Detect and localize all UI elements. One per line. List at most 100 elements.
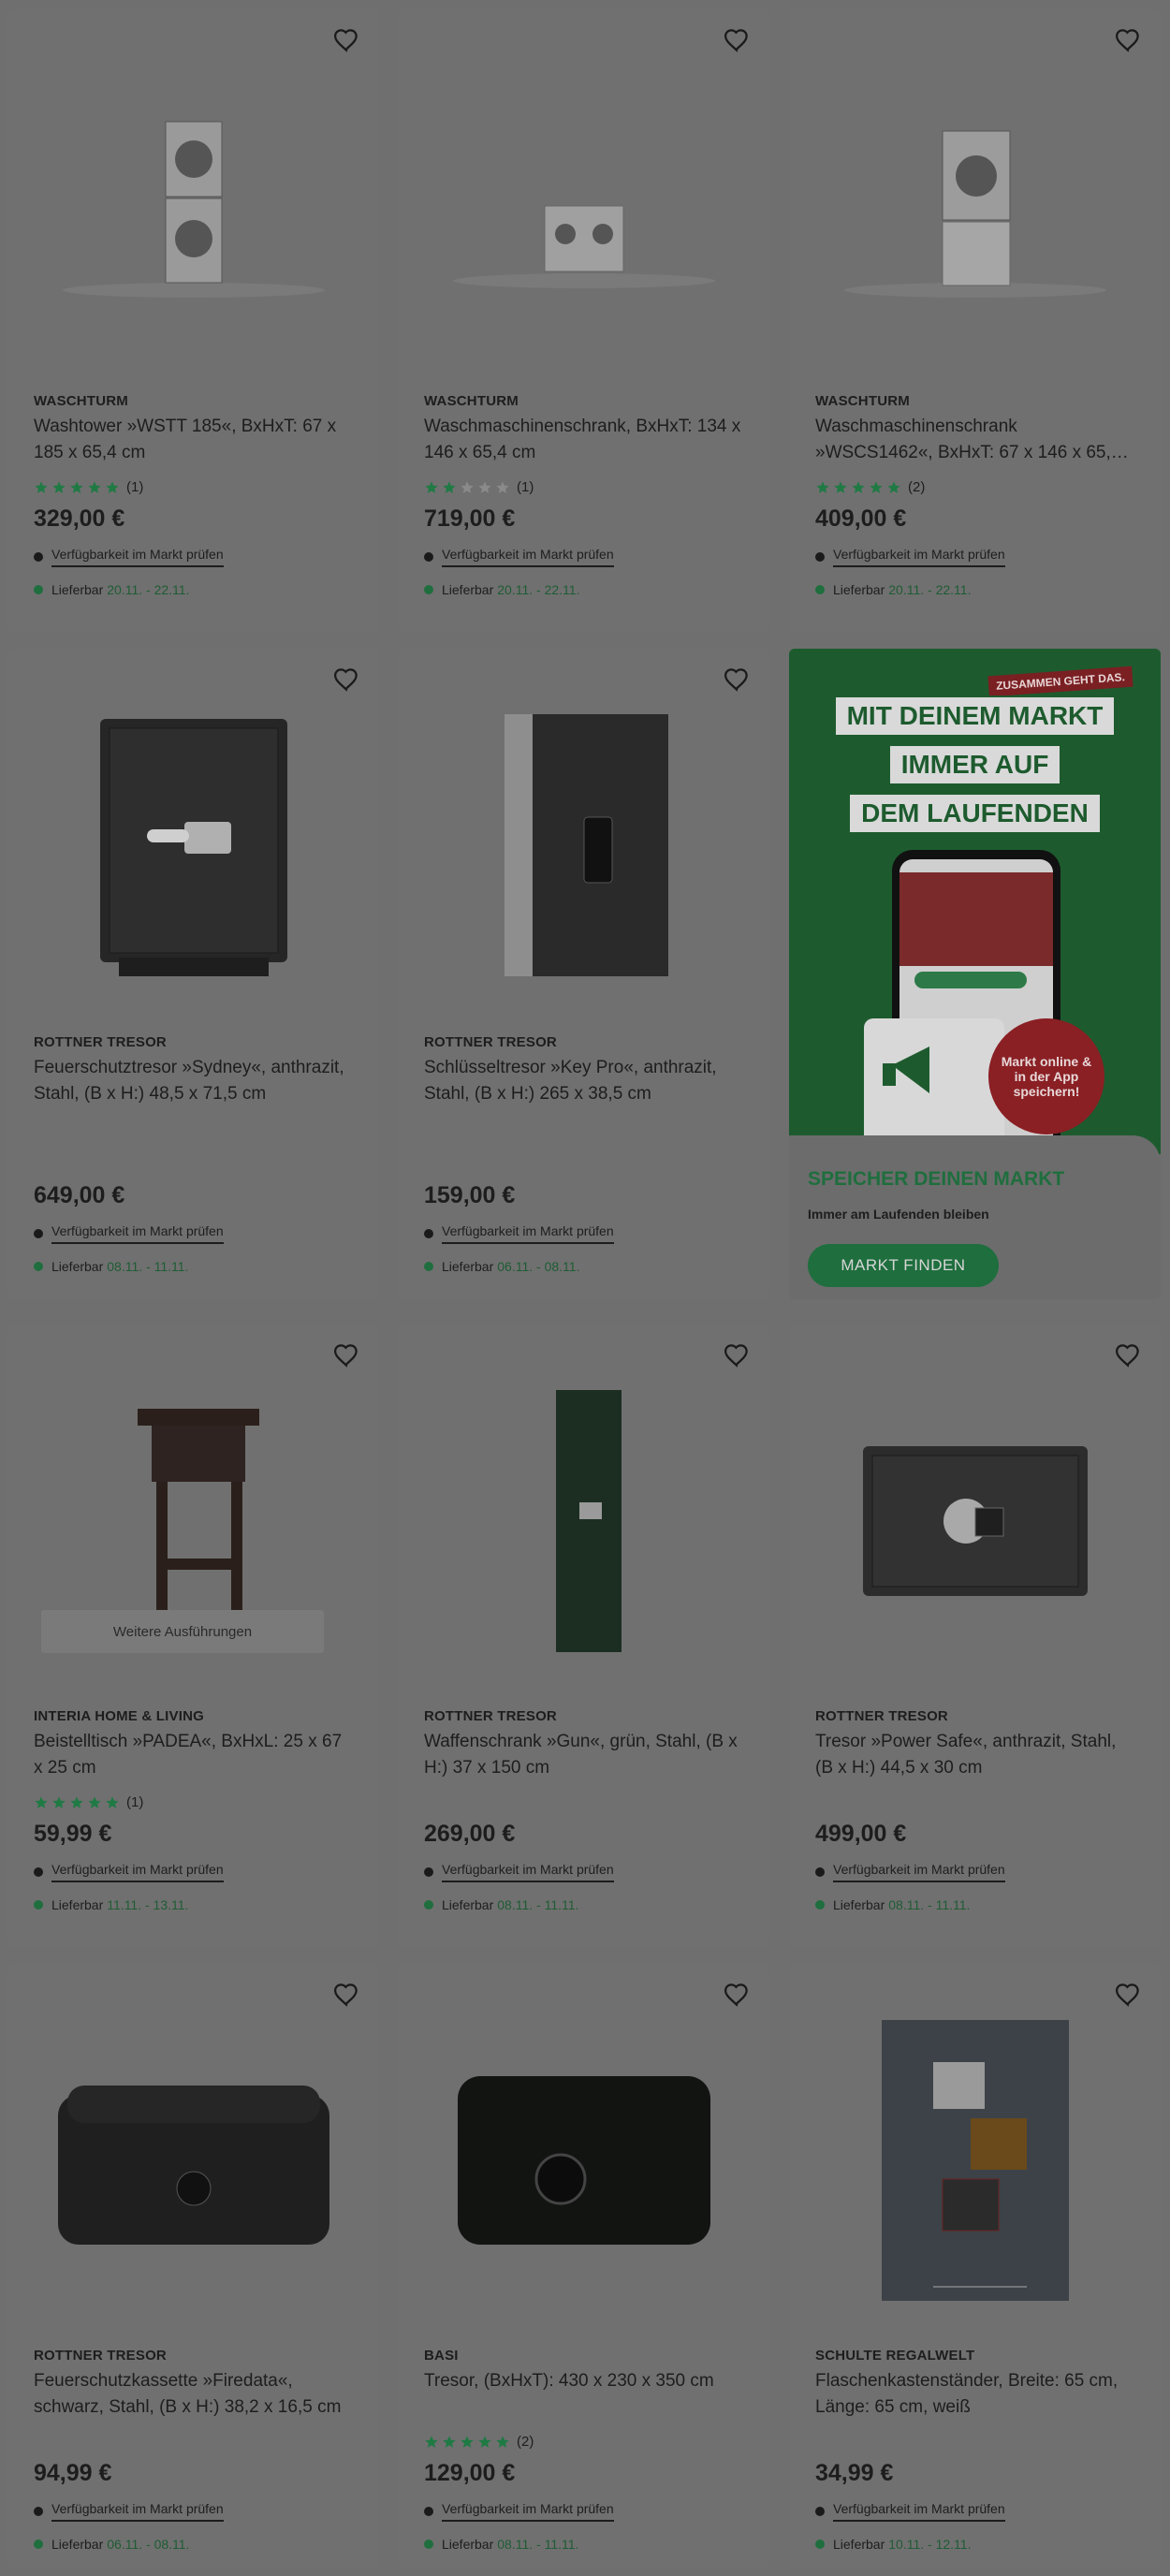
basi-safe-image[interactable] [417,2020,751,2301]
product-price: 649,00 € [34,1182,125,1208]
wishlist-heart-icon[interactable] [1114,1341,1144,1371]
delivery-dot-icon [424,2539,433,2549]
product-title[interactable]: Washtower »WSTT 185«, BxHxT: 67 x 185 x … [34,414,355,466]
delivery-dot-icon [815,2539,825,2549]
availability-check-link[interactable]: Verfügbarkeit im Markt prüfen [424,1862,614,1882]
promo-headline-line-2: IMMER AUF [887,744,1062,785]
product-card[interactable]: SCHULTE REGALWELT Flaschenkastenständer, … [789,1964,1161,2568]
rating-stars: (2) [424,2434,534,2450]
product-brand: BASI [424,2348,459,2364]
availability-check-link[interactable]: Verfügbarkeit im Markt prüfen [34,1862,224,1882]
more-variants-button[interactable]: Weitere Ausführungen [41,1610,324,1653]
rating-stars: (1) [34,1794,143,1810]
delivery-dates: 08.11. - 11.11. [497,2537,579,2552]
product-price: 34,99 € [815,2460,894,2486]
delivery-info: Lieferbar 08.11. - 11.11. [34,1259,188,1274]
availability-check-link[interactable]: Verfügbarkeit im Markt prüfen [815,2501,1005,2522]
product-card[interactable]: ROTTNER TRESOR Feuerschutzkassette »Fired… [7,1964,379,2568]
product-title[interactable]: Waschmaschinenschrank »WSCS1462«, BxHxT:… [815,414,1136,466]
product-title[interactable]: Schlüsseltresor »Key Pro«, anthrazit, St… [424,1055,745,1107]
review-count: (2) [517,2434,534,2450]
availability-dot-icon [424,1229,433,1238]
delivery-dates: 08.11. - 11.11. [497,1897,579,1912]
availability-dot-icon [34,1229,43,1238]
delivery-dates: 08.11. - 11.11. [107,1259,189,1274]
rating-stars: (2) [815,479,925,495]
review-count: (2) [908,479,926,495]
fire-box-image[interactable] [26,2020,360,2301]
product-card[interactable]: WASCHTURM Waschmaschinenschrank, BxHxT: 1… [398,9,769,632]
product-title[interactable]: Tresor »Power Safe«, anthrazit, Stahl, (… [815,1729,1136,1781]
product-title[interactable]: Tresor, (BxHxT): 430 x 230 x 350 cm [424,2368,745,2394]
availability-check-link[interactable]: Verfügbarkeit im Markt prüfen [34,1223,224,1244]
availability-check-link[interactable]: Verfügbarkeit im Markt prüfen [424,2501,614,2522]
product-card[interactable]: ROTTNER TRESOR Schlüsseltresor »Key Pro«,… [398,649,769,1299]
product-title[interactable]: Beistelltisch »PADEA«, BxHxL: 25 x 67 x … [34,1729,355,1781]
delivery-dates: 06.11. - 08.11. [107,2537,190,2552]
delivery-dot-icon [424,585,433,594]
delivery-dot-icon [424,1262,433,1271]
product-title[interactable]: Feuerschutzkassette »Firedata«, schwarz,… [34,2368,355,2421]
product-brand: ROTTNER TRESOR [34,2348,167,2364]
wishlist-heart-icon[interactable] [723,666,753,695]
washer-dryer-stack-image[interactable] [26,66,360,346]
product-card[interactable]: ROTTNER TRESOR Feuerschutztresor »Sydney«… [7,649,379,1299]
availability-check-link[interactable]: Verfügbarkeit im Markt prüfen [34,2501,224,2522]
promo-ad-tile[interactable]: ZUSAMMEN GEHT DAS. MIT DEINEM MARKT IMME… [789,649,1161,1299]
wishlist-heart-icon[interactable] [332,1981,362,2011]
product-brand: WASCHTURM [815,393,910,409]
product-price: 159,00 € [424,1182,516,1208]
key-safe-image[interactable] [417,705,751,986]
product-brand: ROTTNER TRESOR [815,1708,948,1724]
product-brand: ROTTNER TRESOR [34,1034,167,1050]
washer-cabinet-image[interactable] [808,66,1142,346]
delivery-info: Lieferbar 08.11. - 11.11. [424,1897,578,1912]
wishlist-heart-icon[interactable] [723,1981,753,2011]
product-card[interactable]: Weitere Ausführungen INTERIA HOME & LIVIN… [7,1325,379,1947]
product-title[interactable]: Waffenschrank »Gun«, grün, Stahl, (B x H… [424,1729,745,1781]
wishlist-heart-icon[interactable] [332,1341,362,1371]
delivery-info: Lieferbar 08.11. - 11.11. [815,1897,970,1912]
availability-check-link[interactable]: Verfügbarkeit im Markt prüfen [424,547,614,567]
wishlist-heart-icon[interactable] [723,26,753,56]
delivery-info: Lieferbar 20.11. - 22.11. [424,582,579,597]
availability-dot-icon [34,1867,43,1877]
delivery-dot-icon [34,1262,43,1271]
product-card[interactable]: ROTTNER TRESOR Tresor »Power Safe«, anthr… [789,1325,1161,1947]
delivery-dates: 06.11. - 08.11. [497,1259,580,1274]
wishlist-heart-icon[interactable] [332,26,362,56]
wishlist-heart-icon[interactable] [1114,1981,1144,2011]
product-price: 129,00 € [424,2460,516,2486]
product-title[interactable]: Waschmaschinenschrank, BxHxT: 134 x 146 … [424,414,745,466]
availability-check-link[interactable]: Verfügbarkeit im Markt prüfen [815,1862,1005,1882]
product-card[interactable]: WASCHTURM Waschmaschinenschrank »WSCS1462… [789,9,1161,632]
wishlist-heart-icon[interactable] [1114,26,1144,56]
product-card[interactable]: ROTTNER TRESOR Waffenschrank »Gun«, grün,… [398,1325,769,1947]
availability-dot-icon [34,2507,43,2516]
product-brand: WASCHTURM [424,393,519,409]
power-safe-image[interactable] [808,1381,1142,1661]
delivery-dates: 20.11. - 22.11. [497,582,580,597]
product-card[interactable]: BASI Tresor, (BxHxT): 430 x 230 x 350 cm (… [398,1964,769,2568]
wishlist-heart-icon[interactable] [723,1341,753,1371]
availability-check-link[interactable]: Verfügbarkeit im Markt prüfen [815,547,1005,567]
availability-check-link[interactable]: Verfügbarkeit im Markt prüfen [424,1223,614,1244]
delivery-dates: 20.11. - 22.11. [107,582,190,597]
product-brand: ROTTNER TRESOR [424,1034,557,1050]
availability-dot-icon [34,552,43,562]
product-card[interactable]: WASCHTURM Washtower »WSTT 185«, BxHxT: 67… [7,9,379,632]
double-washer-cabinet-image[interactable] [417,66,751,346]
availability-check-link[interactable]: Verfügbarkeit im Markt prüfen [34,547,224,567]
review-count: (1) [126,1794,144,1810]
delivery-dot-icon [815,1900,825,1910]
crate-stand-image[interactable] [808,2020,1142,2301]
fire-safe-image[interactable] [26,705,360,986]
gun-cabinet-image[interactable] [417,1381,751,1661]
delivery-dot-icon [34,2539,43,2549]
delivery-dates: 20.11. - 22.11. [888,582,972,597]
find-market-button[interactable]: MARKT FINDEN [808,1244,999,1287]
delivery-dates: 11.11. - 13.11. [107,1897,189,1912]
product-title[interactable]: Flaschenkastenständer, Breite: 65 cm, Lä… [815,2368,1136,2421]
wishlist-heart-icon[interactable] [332,666,362,695]
product-title[interactable]: Feuerschutztresor »Sydney«, anthrazit, S… [34,1055,355,1107]
